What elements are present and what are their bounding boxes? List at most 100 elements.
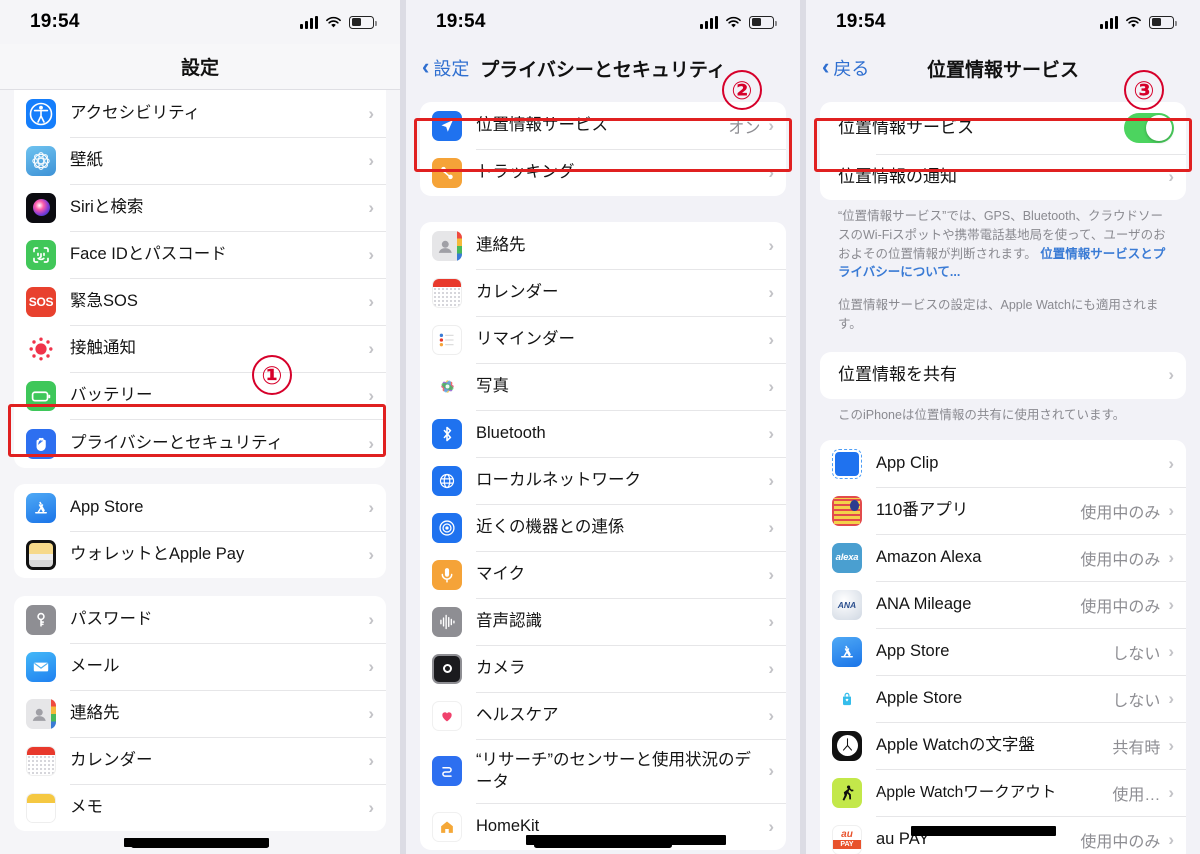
row-ana-mileage[interactable]: ANA ANA Mileage 使用中のみ ›	[820, 581, 1186, 628]
row-value: 使用中のみ	[1080, 598, 1161, 616]
share-location-note: このiPhoneは位置情報の共有に使用されています。	[838, 407, 1126, 422]
page-title: プライバシーとセキュリティ	[480, 59, 726, 81]
chevron-right-icon: ›	[1168, 641, 1174, 661]
row-label: Siriと検索	[70, 198, 144, 217]
privacy-list[interactable]: 位置情報サービス オン › トラッキング › 連絡先 › カレンダー › リマイ…	[406, 92, 800, 850]
row-calendar[interactable]: カレンダー ›	[420, 269, 786, 316]
alexa-icon: alexa	[832, 542, 862, 573]
row-mail[interactable]: メール ›	[14, 643, 386, 690]
phone-panel-settings: 19:54 設定 アクセシビリティ › 壁紙 › Siriと検索 › Face …	[0, 0, 400, 854]
row-label: 近くの機器との連係	[476, 518, 625, 537]
homekit-icon	[432, 811, 462, 842]
row-accessibility[interactable]: アクセシビリティ ›	[14, 90, 386, 137]
row-amazon-alexa[interactable]: alexa Amazon Alexa 使用中のみ ›	[820, 534, 1186, 581]
row-reminders[interactable]: リマインダー ›	[420, 316, 786, 363]
chevron-left-icon: ‹	[422, 54, 430, 79]
row-label: ローカルネットワーク	[476, 471, 641, 490]
row-contacts[interactable]: 連絡先 ›	[420, 222, 786, 269]
row-privacy-and-security[interactable]: プライバシーとセキュリティ ›	[14, 419, 386, 468]
wifi-icon	[1125, 16, 1142, 29]
row-share-my-location[interactable]: 位置情報を共有 ›	[820, 352, 1186, 399]
row-location-services-toggle[interactable]: 位置情報サービス	[820, 102, 1186, 154]
reminders-icon	[432, 324, 462, 355]
chevron-right-icon: ›	[368, 750, 374, 770]
chevron-right-icon: ›	[1168, 594, 1174, 614]
row-wallpaper[interactable]: 壁紙 ›	[14, 137, 386, 184]
row-apple-watch-faces[interactable]: Apple Watchの文字盤 共有時 ›	[820, 722, 1186, 769]
privacy-group-top: 位置情報サービス オン › トラッキング ›	[420, 102, 786, 196]
location-services-list[interactable]: 位置情報サービス 位置情報の通知 › “位置情報サービス”では、GPS、Blue…	[806, 92, 1200, 854]
row-110-app[interactable]: 110番アプリ 使用中のみ ›	[820, 487, 1186, 534]
app-clip-icon	[832, 448, 862, 479]
row-label: パスワード	[70, 610, 153, 629]
row-label: リマインダー	[476, 330, 575, 349]
chevron-right-icon: ›	[368, 656, 374, 676]
row-camera[interactable]: カメラ ›	[420, 645, 786, 692]
chevron-right-icon: ›	[1168, 735, 1174, 755]
row-bluetooth[interactable]: Bluetooth ›	[420, 410, 786, 457]
row-photos[interactable]: 写真 ›	[420, 363, 786, 410]
row-battery[interactable]: バッテリー ›	[14, 372, 386, 419]
row-app-store[interactable]: App Store しない ›	[820, 628, 1186, 675]
row-siri[interactable]: Siriと検索 ›	[14, 184, 386, 231]
settings-list[interactable]: アクセシビリティ › 壁紙 › Siriと検索 › Face IDとパスコード …	[0, 90, 400, 831]
row-exposure-notification[interactable]: 接触通知 ›	[14, 325, 386, 372]
row-research-sensor-data[interactable]: “リサーチ”のセンサーと使用状況のデータ ›	[420, 739, 786, 803]
wifi-icon	[725, 16, 742, 29]
switch-knob	[1146, 115, 1172, 141]
row-local-network[interactable]: ローカルネットワーク ›	[420, 457, 786, 504]
chevron-right-icon: ›	[368, 497, 374, 517]
row-app-store[interactable]: App Store ›	[14, 484, 386, 531]
row-location-services[interactable]: 位置情報サービス オン ›	[420, 102, 786, 149]
battery-settings-icon	[26, 380, 56, 411]
battery-icon	[1149, 15, 1177, 29]
step-marker-1: ①	[252, 355, 292, 395]
row-contacts[interactable]: 連絡先 ›	[14, 690, 386, 737]
row-emergency-sos[interactable]: SOS 緊急SOS ›	[14, 278, 386, 325]
tracking-icon	[432, 157, 462, 188]
row-label: ANA Mileage	[876, 595, 972, 614]
settings-group-1: アクセシビリティ › 壁紙 › Siriと検索 › Face IDとパスコード …	[14, 90, 386, 468]
row-health[interactable]: ヘルスケア ›	[420, 692, 786, 739]
redaction-bar-3	[911, 826, 1056, 836]
apple-watch-note: 位置情報サービスの設定は、Apple Watchにも適用されます。	[838, 298, 1159, 331]
row-label: バッテリー	[70, 386, 153, 405]
chevron-right-icon: ›	[368, 433, 374, 453]
wifi-icon	[325, 16, 342, 29]
row-location-alerts[interactable]: 位置情報の通知 ›	[820, 154, 1186, 200]
chevron-right-icon: ›	[368, 197, 374, 217]
row-tracking[interactable]: トラッキング ›	[420, 149, 786, 196]
row-wallet-apple-pay[interactable]: ウォレットとApple Pay ›	[14, 531, 386, 578]
contacts-icon	[432, 230, 462, 261]
camera-icon	[432, 653, 462, 684]
chevron-right-icon: ›	[768, 816, 774, 836]
back-button[interactable]: ‹ 戻る	[822, 55, 869, 81]
chevron-right-icon: ›	[368, 609, 374, 629]
location-services-switch[interactable]	[1124, 113, 1174, 143]
photos-icon	[432, 371, 462, 402]
app-store-icon	[26, 492, 56, 523]
row-notes[interactable]: メモ ›	[14, 784, 386, 831]
local-network-icon	[432, 465, 462, 496]
microphone-icon	[432, 559, 462, 590]
row-label: ウォレットとApple Pay	[70, 545, 245, 564]
chevron-right-icon: ›	[1168, 688, 1174, 708]
settings-group-2: App Store › ウォレットとApple Pay ›	[14, 484, 386, 578]
row-microphone[interactable]: マイク ›	[420, 551, 786, 598]
row-speech-recognition[interactable]: 音声認識 ›	[420, 598, 786, 645]
row-apple-store[interactable]: Apple Store しない ›	[820, 675, 1186, 722]
row-apple-watch-workout[interactable]: Apple Watchワークアウト 使用… ›	[820, 769, 1186, 816]
cellular-bars-icon	[1100, 15, 1118, 29]
row-label: 110番アプリ	[876, 501, 969, 520]
row-passwords[interactable]: パスワード ›	[14, 596, 386, 643]
back-button[interactable]: ‹ 設定	[422, 55, 469, 81]
chevron-right-icon: ›	[368, 544, 374, 564]
calendar-icon	[432, 277, 462, 308]
row-nearby-interactions[interactable]: 近くの機器との連係 ›	[420, 504, 786, 551]
row-label: Amazon Alexa	[876, 548, 982, 567]
row-faceid[interactable]: Face IDとパスコード ›	[14, 231, 386, 278]
row-calendar[interactable]: カレンダー ›	[14, 737, 386, 784]
wallpaper-icon	[26, 145, 56, 176]
row-label: 緊急SOS	[70, 292, 138, 311]
row-app-clip[interactable]: App Clip ›	[820, 440, 1186, 487]
